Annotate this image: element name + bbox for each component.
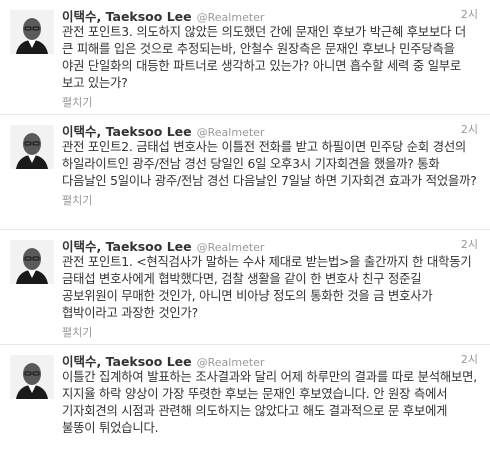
user-handle[interactable]: @Realmeter [197, 126, 265, 139]
tweet-text: 관전 포인트1. <현직검사가 말하는 수사 제대로 받는법>을 출간까지 한 … [62, 255, 472, 320]
timestamp[interactable]: 2시 [461, 6, 478, 22]
expand-link[interactable]: 펼치기 [62, 192, 478, 208]
avatar[interactable] [10, 240, 54, 284]
tweet-timeline: 이택수, Taeksoo Lee @Realmeter 2시 관전 포인트3. … [0, 0, 490, 460]
timestamp[interactable]: 2시 [461, 236, 478, 252]
user-handle[interactable]: @Realmeter [197, 356, 265, 369]
tweet-text: 관전 포인트2. 금태섭 변호사는 이틀전 전화를 받고 하필이면 민주당 순회… [62, 140, 477, 188]
tweet[interactable]: 이택수, Taeksoo Lee @Realmeter 2시 관전 포인트2. … [0, 115, 490, 230]
user-handle[interactable]: @Realmeter [197, 11, 265, 24]
expand-link[interactable]: 펼치기 [62, 94, 478, 110]
expand-link[interactable]: 펼치기 [62, 324, 478, 340]
user-name[interactable]: 이택수, Taeksoo Lee [62, 121, 192, 140]
profile-photo-icon [10, 125, 54, 169]
profile-photo-icon [10, 355, 54, 399]
profile-photo-icon [10, 240, 54, 284]
user-handle[interactable]: @Realmeter [197, 241, 265, 254]
user-name[interactable]: 이택수, Taeksoo Lee [62, 6, 192, 25]
avatar[interactable] [10, 125, 54, 169]
user-name[interactable]: 이택수, Taeksoo Lee [62, 236, 192, 255]
tweet[interactable]: 이택수, Taeksoo Lee @Realmeter 2시 관전 포인트3. … [0, 0, 490, 115]
tweet-text: 관전 포인트3. 의도하지 않았든 의도했던 간에 문재인 후보가 박근혜 후보… [62, 25, 467, 90]
avatar[interactable] [10, 10, 54, 54]
tweet[interactable]: 이택수, Taeksoo Lee @Realmeter 2시 이틀간 집계하여 … [0, 345, 490, 460]
timestamp[interactable]: 2시 [461, 351, 478, 367]
avatar[interactable] [10, 355, 54, 399]
tweet[interactable]: 이택수, Taeksoo Lee @Realmeter 2시 관전 포인트1. … [0, 230, 490, 345]
timestamp[interactable]: 2시 [461, 121, 478, 137]
profile-photo-icon [10, 10, 54, 54]
user-name[interactable]: 이택수, Taeksoo Lee [62, 351, 192, 370]
tweet-text: 이틀간 집계하여 발표하는 조사결과와 달리 어제 하루만의 결과를 따로 분석… [62, 370, 477, 435]
